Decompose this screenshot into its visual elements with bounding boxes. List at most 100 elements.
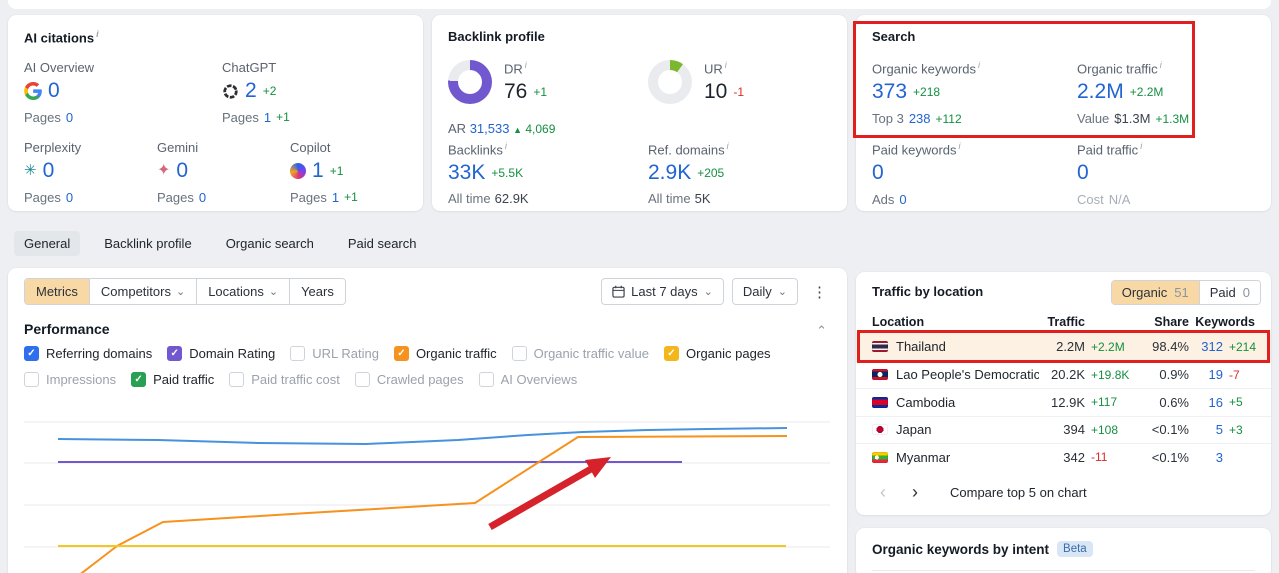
table-footer: ‹ › Compare top 5 on chart (872, 483, 1255, 501)
card-title: Organic keywords by intent (872, 541, 1050, 557)
paid-traffic-stat: Paid traffic i 0 Cost N/A (1077, 141, 1143, 208)
info-icon[interactable]: i (725, 60, 727, 70)
more-options-icon[interactable]: ⋮ (806, 281, 833, 303)
keywords-value: 312 (1201, 339, 1223, 355)
tab-paid-search[interactable]: Paid search (338, 231, 427, 256)
keywords-value: 3 (1215, 449, 1223, 465)
share-value: <0.1% (1151, 422, 1189, 438)
table-row-cambodia[interactable]: Cambodia 12.9K +117 0.6% 16 +5 (856, 388, 1271, 416)
divider (872, 570, 1255, 571)
copilot-icon (290, 163, 306, 179)
location-name: Lao People's Democratic Reput (896, 367, 1039, 383)
dashboard: AI citations i AI Overview 0 Pages 0 ChatG… (0, 0, 1279, 573)
info-icon[interactable]: i (959, 141, 961, 151)
chart-filter-group: Metrics Competitors ⌄ Locations ⌄ Years (24, 278, 346, 305)
filter-competitors[interactable]: Competitors ⌄ (88, 279, 197, 304)
annotation-arrow-shaft (488, 465, 593, 531)
toggle-organic[interactable]: Organic 51 (1111, 281, 1199, 304)
chevron-down-icon: ⌄ (175, 285, 186, 298)
metric-toggle-referring-domains[interactable]: ✓ Referring domains (24, 346, 152, 361)
traffic-change: -11 (1091, 450, 1108, 465)
ur-donut-chart (648, 60, 692, 104)
keywords-change: +5 (1229, 395, 1243, 410)
column-keywords[interactable]: Keywords (1189, 315, 1255, 329)
table-row-laos[interactable]: Lao People's Democratic Reput 20.2K +19.8K… (856, 360, 1271, 389)
info-icon[interactable]: i (1160, 60, 1162, 70)
chevron-down-icon: ⌄ (703, 285, 713, 298)
next-page-icon[interactable]: › (904, 483, 926, 501)
compare-top5-link[interactable]: Compare top 5 on chart (950, 485, 1087, 500)
performance-line-chart[interactable] (8, 385, 847, 573)
info-icon[interactable]: i (727, 141, 729, 151)
organic-keywords-stat: Organic keywords i 373 +218 Top 3 238 +112 (872, 60, 981, 127)
ref-domains-stat: Ref. domains i 2.9K +205 All time 5K (648, 141, 729, 207)
metric-toggle-organic-pages[interactable]: ✓ Organic pages (664, 346, 771, 361)
perplexity-stat: Perplexity ✳ 0 Pages 0 (24, 140, 82, 205)
traffic-by-location-card: Traffic by location Organic 51 Paid 0 Loca… (856, 272, 1271, 515)
calendar-icon (612, 285, 625, 298)
card-title: AI citations i (24, 29, 99, 46)
keywords-change: -7 (1229, 367, 1240, 382)
info-icon[interactable]: i (978, 60, 980, 70)
metric-toggle-organic-traffic[interactable]: ✓ Organic traffic (393, 346, 497, 361)
paid-keywords-stat: Paid keywords i 0 Ads 0 (872, 141, 961, 208)
filter-locations[interactable]: Locations ⌄ (196, 279, 290, 304)
traffic-change: +19.8K (1091, 367, 1130, 382)
tab-general[interactable]: General (14, 231, 81, 256)
metric-label: Domain Rating (189, 346, 276, 361)
metric-toggle-url-rating[interactable]: URL Rating (290, 346, 379, 361)
column-traffic[interactable]: Traffic (1039, 315, 1139, 329)
copilot-stat: Copilot 1 +1 Pages 1 +1 (290, 140, 358, 205)
granularity-button[interactable]: Daily ⌄ (731, 278, 798, 305)
chatgpt-icon (223, 83, 238, 99)
keywords-value: 5 (1215, 422, 1223, 438)
collapse-chevron-icon[interactable]: ⌃ (816, 323, 827, 339)
tab-backlink-profile[interactable]: Backlink profile (94, 231, 201, 256)
table-body: Thailand 2.2M +2.2M 98.4% 312 +214 Lao People'… (856, 333, 1271, 471)
info-icon[interactable]: i (1140, 141, 1142, 151)
info-icon[interactable]: i (505, 141, 507, 151)
metric-label: Organic pages (686, 346, 771, 361)
metrics-checkboxes: ✓ Referring domains ✓ Domain Rating URL Rati… (24, 346, 831, 387)
section-tabs: General Backlink profile Organic search … (14, 231, 427, 256)
table-row-japan[interactable]: Japan 394 +108 <0.1% 5 +3 (856, 415, 1271, 444)
search-card: Search Organic keywords i 373 +218 Top 3 23… (856, 15, 1271, 211)
metric-label: URL Rating (312, 346, 379, 361)
traffic-change: +117 (1091, 395, 1118, 410)
perplexity-icon: ✳ (24, 162, 37, 179)
info-icon[interactable]: i (525, 60, 527, 70)
toggle-paid[interactable]: Paid 0 (1198, 281, 1260, 304)
traffic-change: +2.2M (1091, 339, 1125, 354)
metric-toggle-domain-rating[interactable]: ✓ Domain Rating (167, 346, 275, 361)
location-name: Japan (896, 422, 932, 438)
keywords-change: +214 (1229, 339, 1257, 354)
column-location[interactable]: Location (872, 315, 1039, 329)
beta-badge: Beta (1057, 541, 1093, 557)
organic-traffic-stat: Organic traffic i 2.2M +2.2M Value $1.3M +1.… (1077, 60, 1190, 127)
table-row-thailand[interactable]: Thailand 2.2M +2.2M 98.4% 312 +214 (856, 333, 1271, 361)
traffic-value: 12.9K (1051, 394, 1085, 410)
laos-flag-icon (872, 369, 888, 381)
traffic-value: 2.2M (1056, 339, 1085, 355)
backlink-profile-card: Backlink profile DR i 76 +1 AR 31,533 ▲ 4,… (432, 15, 847, 211)
table-header: Location Traffic Share Keywords (872, 312, 1255, 332)
prev-page-icon[interactable]: ‹ (872, 483, 894, 501)
filter-metrics[interactable]: Metrics (25, 279, 89, 304)
traffic-value: 394 (1063, 422, 1085, 438)
location-name: Myanmar (896, 449, 951, 465)
share-value: 0.6% (1159, 394, 1189, 410)
checkbox-checked-icon: ✓ (24, 346, 39, 361)
date-range-button[interactable]: Last 7 days ⌄ (601, 278, 724, 305)
ai-overview-stat: AI Overview 0 Pages 0 (24, 60, 95, 125)
table-row-myanmar[interactable]: Myanmar 342 -11 <0.1% 3 (856, 443, 1271, 471)
metric-label: Organic traffic value (533, 346, 649, 361)
checkbox-checked-icon: ✓ (664, 346, 679, 361)
info-icon[interactable]: i (96, 29, 99, 39)
checkbox-unchecked-icon (511, 346, 527, 361)
metric-toggle-organic-traffic-value[interactable]: Organic traffic value (511, 346, 649, 361)
tab-organic-search[interactable]: Organic search (216, 231, 324, 256)
keywords-value: 16 (1208, 394, 1223, 410)
share-value: <0.1% (1151, 449, 1189, 465)
column-share[interactable]: Share (1139, 315, 1189, 329)
filter-years[interactable]: Years (289, 279, 345, 304)
